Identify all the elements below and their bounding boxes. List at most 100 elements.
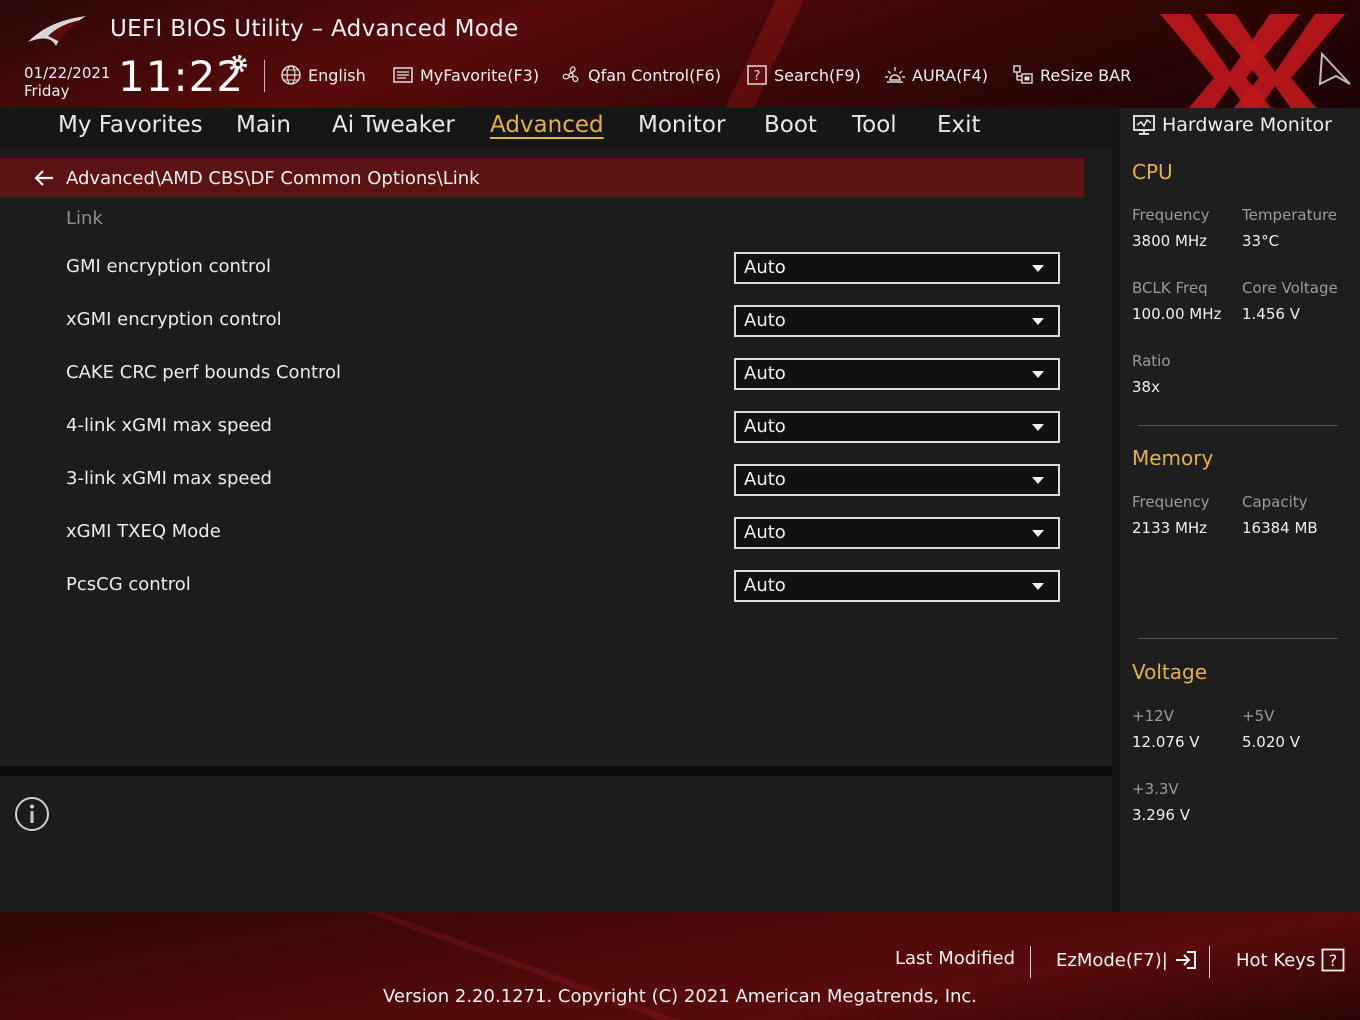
myfavorite-label: MyFavorite(F3) xyxy=(420,65,540,85)
day-text: Friday xyxy=(24,82,70,100)
memory-capacity-label: Capacity xyxy=(1242,493,1308,511)
bclk-value: 100.00 MHz xyxy=(1132,305,1222,323)
cpu-temperature-label: Temperature xyxy=(1242,206,1338,224)
aura-light-icon xyxy=(885,67,905,83)
help-question-icon: ? xyxy=(1321,948,1345,972)
select-value: Auto xyxy=(744,363,786,384)
settings-panel: Advanced\AMD CBS\DF Common Options\Link … xyxy=(0,148,1112,766)
back-arrow-icon[interactable] xyxy=(32,166,56,190)
select-value: Auto xyxy=(744,575,786,596)
cake-crc-select[interactable]: Auto xyxy=(734,358,1060,390)
footer-separator xyxy=(1030,946,1031,978)
hot-keys-label: Hot Keys xyxy=(1236,949,1316,971)
ezmode-label: EzMode(F7)| xyxy=(1056,949,1168,971)
favorite-list-icon xyxy=(393,67,413,83)
select-value: Auto xyxy=(744,310,786,331)
ratio-label: Ratio xyxy=(1132,352,1171,370)
rog-logo-icon xyxy=(28,16,86,46)
qfan-control-button[interactable]: Qfan Control(F6) xyxy=(560,62,721,88)
search-help-icon: ? xyxy=(747,65,767,85)
voltage-section-title: Voltage xyxy=(1132,660,1208,684)
tab-monitor[interactable]: Monitor xyxy=(638,112,725,138)
monitor-icon xyxy=(1133,115,1155,135)
setting-label: CAKE CRC perf bounds Control xyxy=(66,362,342,383)
aura-button[interactable]: AURA(F4) xyxy=(884,62,988,88)
xgmi-txeq-mode-select[interactable]: Auto xyxy=(734,517,1060,549)
dropdown-caret-icon xyxy=(1032,371,1044,378)
exit-arrow-icon xyxy=(1175,951,1196,969)
copyright-text: Version 2.20.1271. Copyright (C) 2021 Am… xyxy=(382,986,978,1007)
tab-my-favorites[interactable]: My Favorites xyxy=(58,112,203,138)
aura-label: AURA(F4) xyxy=(912,65,988,85)
hardware-monitor-label: Hardware Monitor xyxy=(1162,114,1332,136)
dropdown-caret-icon xyxy=(1032,318,1044,325)
setting-label: 4-link xGMI max speed xyxy=(66,415,272,436)
setting-label: xGMI TXEQ Mode xyxy=(66,521,221,542)
footer-bar: Last Modified EzMode(F7)| Hot Keys ? Ver… xyxy=(0,912,1360,1020)
tab-exit[interactable]: Exit xyxy=(937,112,981,138)
panel-divider xyxy=(0,766,1112,776)
bclk-label: BCLK Freq xyxy=(1132,279,1208,297)
tab-ai-tweaker[interactable]: Ai Tweaker xyxy=(332,112,455,138)
last-modified-button[interactable]: Last Modified xyxy=(895,948,1015,969)
3link-xgmi-speed-select[interactable]: Auto xyxy=(734,464,1060,496)
cursor-arrow-icon xyxy=(1318,51,1351,86)
last-modified-label: Last Modified xyxy=(895,948,1016,969)
info-icon xyxy=(15,797,49,831)
tab-advanced[interactable]: Advanced xyxy=(490,112,604,138)
svg-text:?: ? xyxy=(754,69,761,84)
v33-value: 3.296 V xyxy=(1132,806,1190,824)
breadcrumb-path: Advanced\AMD CBS\DF Common Options\Link xyxy=(66,167,480,189)
v12-label: +12V xyxy=(1132,707,1174,725)
tab-boot[interactable]: Boot xyxy=(764,112,817,138)
pcscg-control-select[interactable]: Auto xyxy=(734,570,1060,602)
language-button[interactable]: English xyxy=(280,62,366,88)
hardware-monitor-panel: Hardware Monitor CPU Frequency Temperatu… xyxy=(1120,108,1360,912)
resize-bar-button[interactable]: ReSize BAR xyxy=(1012,62,1131,88)
cpu-temperature-value: 33°C xyxy=(1242,232,1280,250)
header-bar: UEFI BIOS Utility – Advanced Mode 01/22/… xyxy=(0,0,1360,142)
select-value: Auto xyxy=(744,257,786,278)
4link-xgmi-speed-select[interactable]: Auto xyxy=(734,411,1060,443)
section-label: Link xyxy=(66,208,103,229)
search-button[interactable]: ? Search(F9) xyxy=(746,62,861,88)
date-display: 01/22/2021 Friday xyxy=(24,64,110,100)
svg-text:?: ? xyxy=(1329,951,1338,970)
section-divider xyxy=(1138,425,1338,426)
resize-bar-label: ReSize BAR xyxy=(1040,65,1132,85)
core-voltage-value: 1.456 V xyxy=(1242,305,1300,323)
breadcrumb: Advanced\AMD CBS\DF Common Options\Link xyxy=(0,158,1084,198)
hardware-monitor-title: Hardware Monitor xyxy=(1132,114,1332,136)
setting-label: 3-link xGMI max speed xyxy=(66,468,272,489)
xgmi-encryption-select[interactable]: Auto xyxy=(734,305,1060,337)
cpu-frequency-value: 3800 MHz xyxy=(1132,232,1208,250)
select-value: Auto xyxy=(744,416,786,437)
setting-row: CAKE CRC perf bounds Control Auto xyxy=(0,354,1084,394)
gmi-encryption-select[interactable]: Auto xyxy=(734,252,1060,284)
menu-tabs: My Favorites Main Ai Tweaker Advanced Mo… xyxy=(0,108,1112,149)
setting-row: 3-link xGMI max speed Auto xyxy=(0,460,1084,500)
footer-separator xyxy=(1209,946,1210,978)
dropdown-caret-icon xyxy=(1032,583,1044,590)
tab-tool[interactable]: Tool xyxy=(852,112,897,138)
ezmode-button[interactable]: EzMode(F7)| xyxy=(1056,948,1198,972)
hot-keys-button[interactable]: Hot Keys ? xyxy=(1236,948,1345,972)
setting-row: PcsCG control Auto xyxy=(0,566,1084,606)
v12-value: 12.076 V xyxy=(1132,733,1200,751)
core-voltage-label: Core Voltage xyxy=(1242,279,1338,297)
help-info-panel xyxy=(0,776,1112,912)
fan-icon xyxy=(562,66,579,83)
cpu-frequency-label: Frequency xyxy=(1132,206,1210,224)
myfavorite-button[interactable]: MyFavorite(F3) xyxy=(392,62,539,88)
date-text: 01/22/2021 xyxy=(24,64,111,82)
select-value: Auto xyxy=(744,522,786,543)
search-label: Search(F9) xyxy=(774,65,861,85)
gear-icon[interactable] xyxy=(226,52,250,76)
language-label: English xyxy=(308,65,366,85)
dropdown-caret-icon xyxy=(1032,265,1044,272)
setting-label: GMI encryption control xyxy=(66,256,271,277)
setting-row: GMI encryption control Auto xyxy=(0,248,1084,288)
section-divider xyxy=(1138,638,1338,639)
tab-main[interactable]: Main xyxy=(236,112,291,138)
resize-bar-icon xyxy=(1013,65,1033,84)
